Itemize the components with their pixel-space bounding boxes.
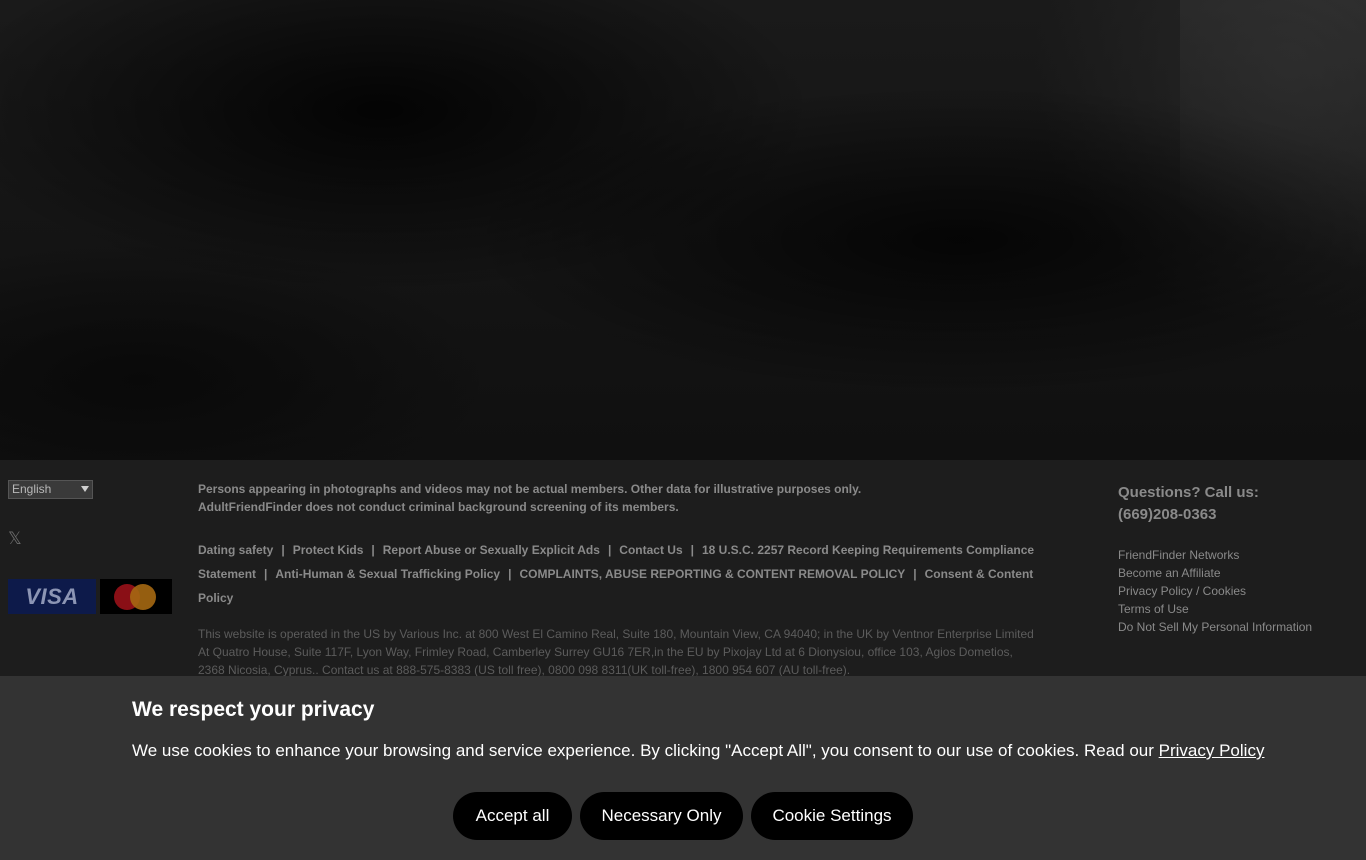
link-dating-safety[interactable]: Dating safety (198, 543, 273, 557)
link-become-affiliate[interactable]: Become an Affiliate (1118, 564, 1358, 582)
mastercard-icon (100, 579, 172, 614)
privacy-policy-link[interactable]: Privacy Policy (1159, 741, 1265, 760)
chevron-down-icon (81, 486, 89, 492)
hero-background-image (0, 0, 1366, 460)
visa-label: VISA (25, 583, 79, 609)
link-friendfinder-networks[interactable]: FriendFinder Networks (1118, 546, 1358, 564)
contact-phone[interactable]: (669)208-0363 (1118, 504, 1358, 526)
company-links: FriendFinder Networks Become an Affiliat… (1118, 546, 1358, 636)
link-anti-trafficking[interactable]: Anti-Human & Sexual Trafficking Policy (275, 567, 500, 581)
link-privacy-cookies[interactable]: Privacy Policy / Cookies (1118, 582, 1358, 600)
cookie-banner: We respect your privacy We use cookies t… (0, 676, 1366, 860)
link-protect-kids[interactable]: Protect Kids (293, 543, 364, 557)
link-do-not-sell[interactable]: Do Not Sell My Personal Information (1118, 618, 1358, 636)
page: English 𝕏 VISA Persons appearing in phot… (0, 0, 1366, 860)
disclaimer-line-1: Persons appearing in photographs and vid… (198, 482, 862, 496)
link-terms-of-use[interactable]: Terms of Use (1118, 600, 1358, 618)
link-contact-us[interactable]: Contact Us (619, 543, 682, 557)
accept-all-button[interactable]: Accept all (453, 792, 572, 840)
visa-logo: VISA (8, 579, 96, 614)
language-select[interactable]: English (8, 480, 93, 499)
cookie-message-text: We use cookies to enhance your browsing … (132, 741, 1159, 760)
necessary-only-button[interactable]: Necessary Only (580, 792, 743, 840)
legal-text: This website is operated in the US by Va… (198, 627, 1034, 677)
footer-links: Dating safety | Protect Kids | Report Abuse … (198, 543, 1035, 605)
language-select-value: English (12, 482, 52, 496)
x-icon[interactable]: 𝕏 (8, 531, 24, 548)
contact-question: Questions? Call us: (1118, 484, 1259, 501)
contact-section: Questions? Call us: (669)208-0363 Friend… (1118, 482, 1358, 636)
cookie-banner-title: We respect your privacy (132, 698, 375, 721)
link-complaints-policy[interactable]: COMPLAINTS, ABUSE REPORTING & CONTENT RE… (519, 567, 905, 581)
disclaimer-line-2: AdultFriendFinder does not conduct crimi… (198, 500, 679, 514)
cookie-banner-message: We use cookies to enhance your browsing … (132, 739, 1282, 763)
disclaimer: Persons appearing in photographs and vid… (198, 480, 1058, 516)
link-report-abuse[interactable]: Report Abuse or Sexually Explicit Ads (383, 543, 600, 557)
cookie-settings-button[interactable]: Cookie Settings (751, 792, 913, 840)
